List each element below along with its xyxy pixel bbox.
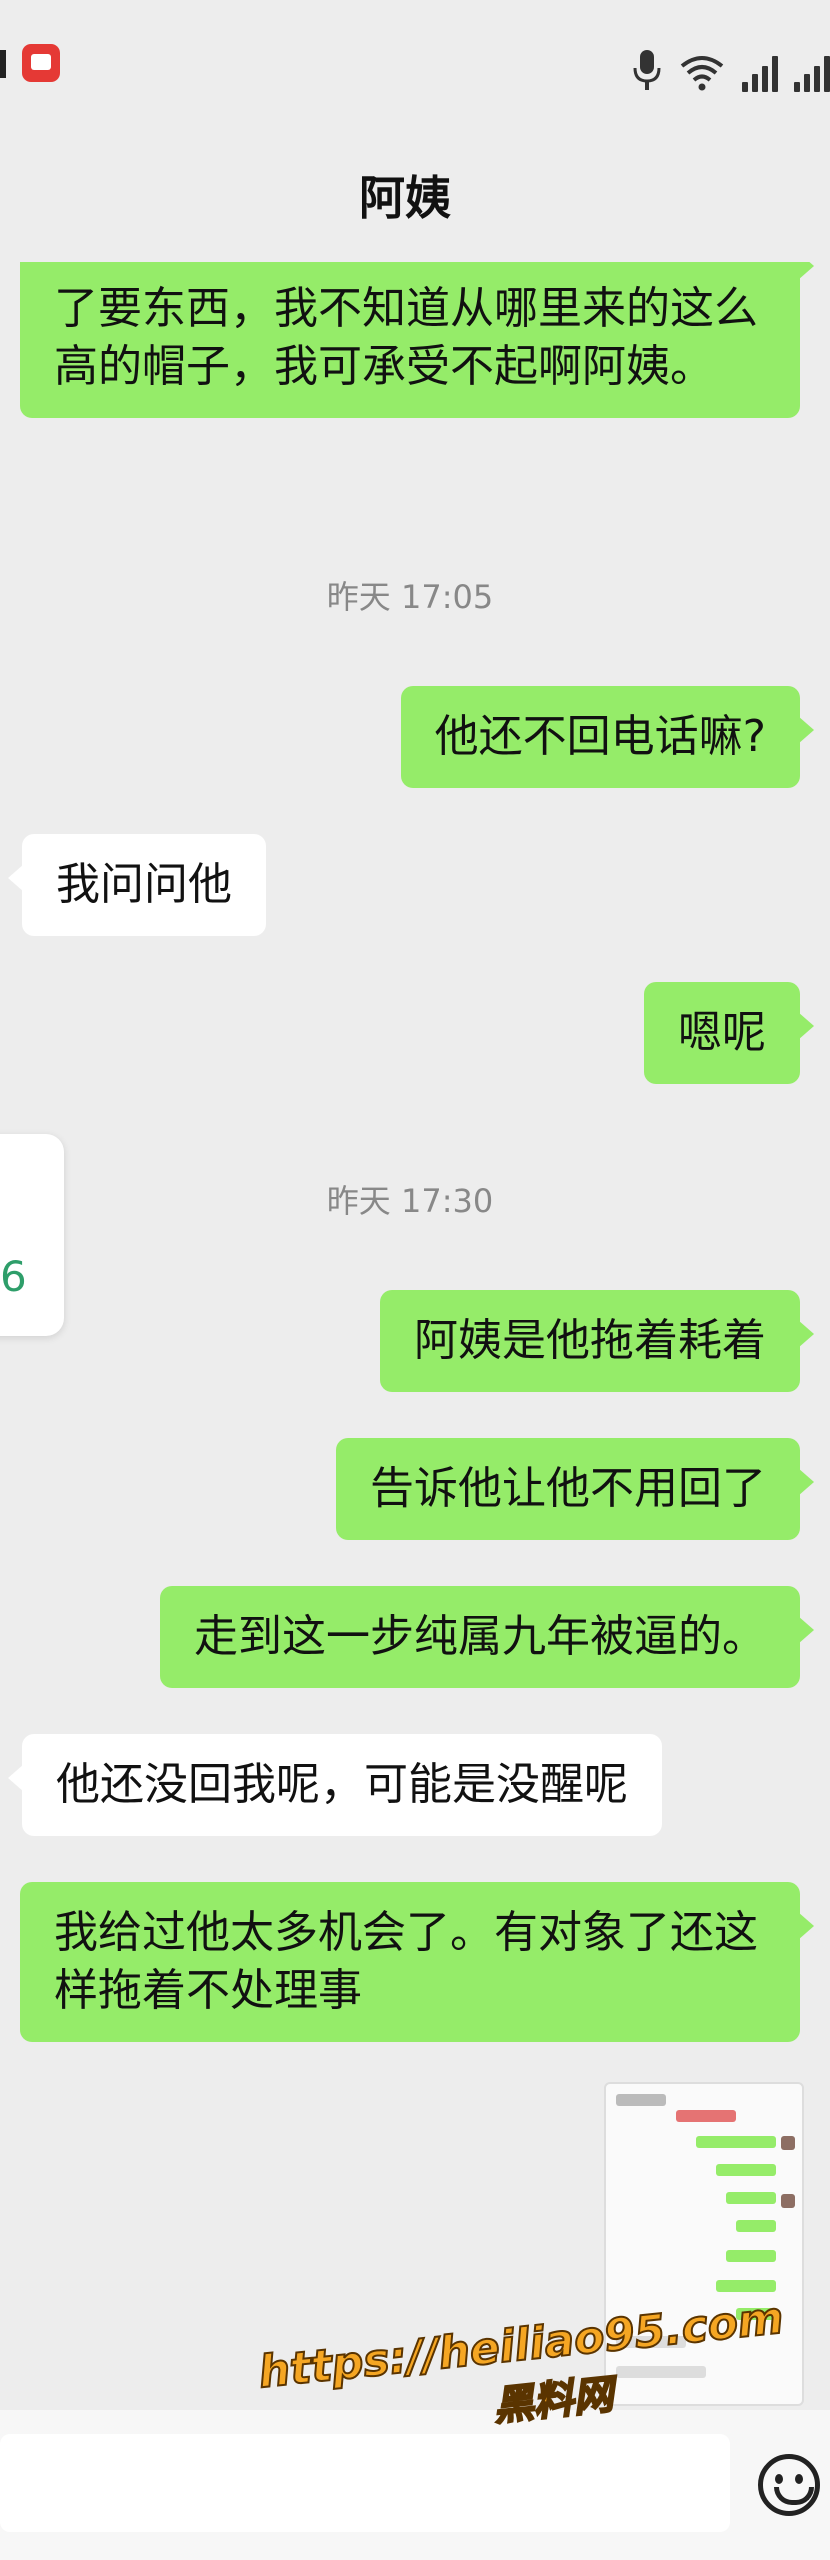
- message-bubble-outgoing[interactable]: 嗯呢: [644, 982, 814, 1084]
- mic-icon: [633, 50, 661, 90]
- status-icons: [632, 36, 830, 92]
- message-text: 告诉他让他不用回了: [370, 1463, 766, 1514]
- message-text: 走到这一步纯属九年被逼的。: [194, 1611, 766, 1662]
- status-bar: [0, 0, 830, 130]
- message-bubble-outgoing[interactable]: 阿姨是他拖着耗着: [380, 1290, 814, 1392]
- floating-side-card[interactable]: 6: [0, 1134, 64, 1336]
- message-bubble-outgoing[interactable]: 他还不回电话嘛?: [400, 686, 815, 788]
- side-card-text: 6: [0, 1252, 27, 1301]
- emoji-icon[interactable]: [758, 2454, 820, 2516]
- message-text: 他还不回电话嘛?: [434, 711, 766, 762]
- message-bubble-incoming[interactable]: 我问问他: [8, 834, 266, 936]
- message-bubble-incoming[interactable]: 他还没回我呢，可能是没醒呢: [8, 1734, 662, 1836]
- message-text: 我问问他: [56, 859, 232, 910]
- message-text: 阿姨是他拖着耗着: [414, 1315, 766, 1366]
- message-bubble-outgoing[interactable]: 告诉他让他不用回了: [336, 1438, 814, 1540]
- page-title: 阿姨: [359, 171, 451, 225]
- message-bubble-outgoing[interactable]: 了要东西，我不知道从哪里来的这么高的帽子，我可承受不起啊阿姨。: [20, 262, 814, 418]
- message-text: 嗯呢: [678, 1007, 766, 1058]
- message-bubble-outgoing[interactable]: 走到这一步纯属九年被逼的。: [160, 1586, 814, 1688]
- app-notification-icon: [22, 44, 60, 82]
- timestamp: 昨天 17:30: [326, 1182, 494, 1220]
- signal-icon: [742, 52, 778, 92]
- message-bubble-outgoing[interactable]: 我给过他太多机会了。有对象了还这样拖着不处理事: [20, 1882, 814, 2042]
- timestamp: 昨天 17:05: [326, 578, 494, 616]
- message-text: 了要东西，我不知道从哪里来的这么高的帽子，我可承受不起啊阿姨。: [54, 283, 758, 392]
- signal-icon: [794, 52, 830, 92]
- wifi-icon: [680, 56, 724, 91]
- status-indicator: [0, 50, 6, 78]
- message-text: 他还没回我呢，可能是没醒呢: [56, 1759, 628, 1810]
- message-text: 我给过他太多机会了。有对象了还这样拖着不处理事: [54, 1907, 758, 2016]
